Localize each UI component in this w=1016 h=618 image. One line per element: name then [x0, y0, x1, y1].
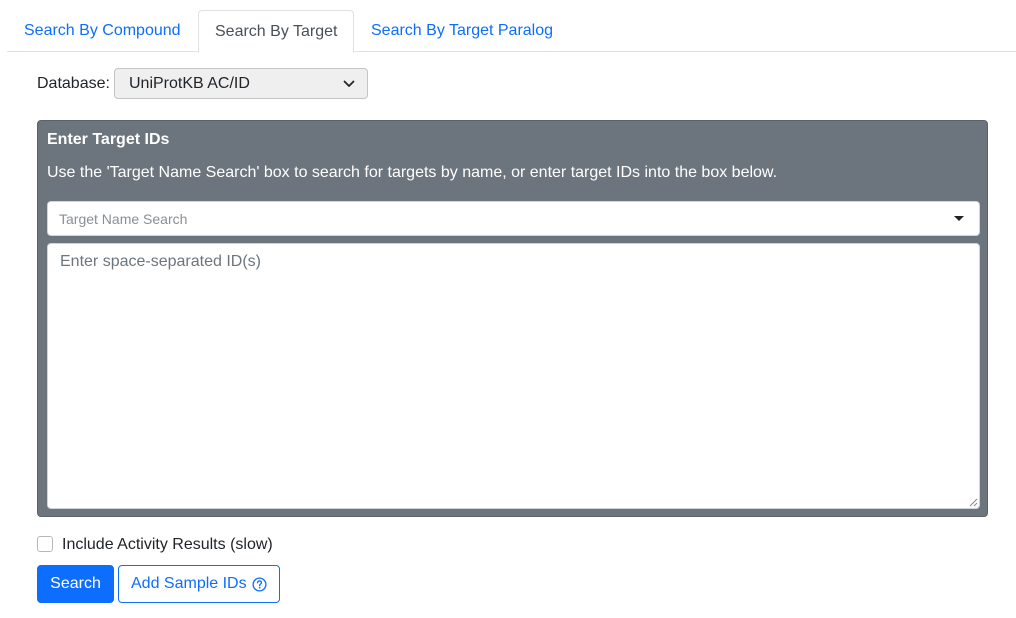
search-tabs: Search By Compound Search By Target Sear…: [7, 10, 1016, 53]
panel-title: Enter Target IDs: [47, 131, 170, 148]
database-selected-value: UniProtKB AC/ID: [129, 75, 250, 92]
include-activity-checkbox[interactable]: [37, 536, 53, 552]
tab-search-by-target-paralog[interactable]: Search By Target Paralog: [355, 10, 569, 52]
target-ids-textarea[interactable]: [47, 243, 980, 509]
add-sample-ids-label: Add Sample IDs: [131, 575, 247, 592]
include-activity-label[interactable]: Include Activity Results (slow): [62, 535, 273, 555]
caret-down-icon: [954, 216, 964, 221]
add-sample-ids-button[interactable]: Add Sample IDs: [118, 565, 280, 603]
tab-search-by-compound[interactable]: Search By Compound: [8, 10, 197, 52]
search-button[interactable]: Search: [37, 565, 114, 603]
panel-description: Use the 'Target Name Search' box to sear…: [47, 164, 778, 181]
target-ids-panel: Enter Target IDs Use the 'Target Name Se…: [37, 120, 988, 517]
database-label: Database:: [37, 75, 110, 92]
database-select[interactable]: UniProtKB AC/ID: [114, 68, 368, 99]
target-name-search-dropdown[interactable]: Target Name Search: [47, 201, 980, 236]
resize-grip-icon[interactable]: [967, 496, 978, 507]
tab-search-by-target[interactable]: Search By Target: [198, 10, 355, 53]
chevron-down-icon: [343, 80, 355, 87]
target-name-search-placeholder: Target Name Search: [59, 211, 188, 227]
question-circle-icon: [252, 577, 267, 592]
